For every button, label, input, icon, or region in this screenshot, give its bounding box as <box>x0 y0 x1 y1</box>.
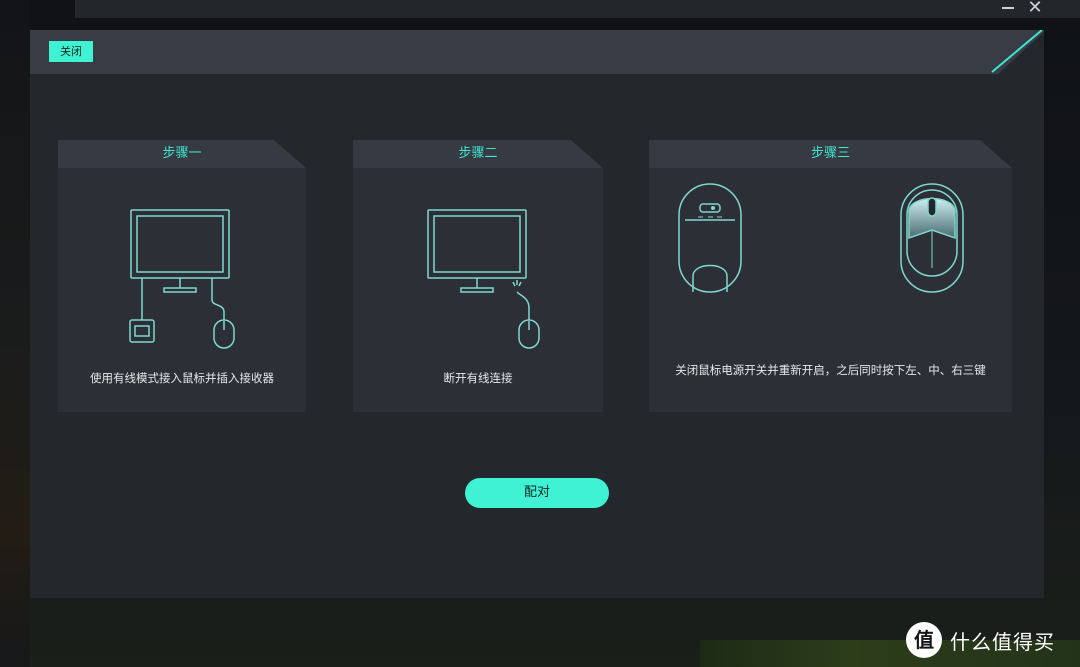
monitor-receiver-mouse-icon <box>129 209 235 349</box>
app-title-bar <box>75 0 1080 18</box>
step-card-header: 步骤一 <box>58 140 306 168</box>
desktop-background-left <box>0 0 30 667</box>
step-card-3: 步骤三 关闭鼠标电源开关并重新开启，之后同时按下左、中、右三键 <box>649 140 1012 412</box>
mouse-bottom-view-icon <box>678 183 742 293</box>
minimize-icon[interactable] <box>998 0 1018 16</box>
step-card-header: 步骤二 <box>353 140 603 168</box>
step-card-header: 步骤三 <box>649 140 1012 168</box>
close-button[interactable]: 关闭 <box>49 41 93 62</box>
monitor-disconnected-mouse-icon <box>427 209 540 349</box>
dialog-header <box>30 30 1044 74</box>
step-title: 步骤三 <box>810 146 850 161</box>
watermark-logo-glyph: 值 <box>914 628 934 652</box>
step-description: 关闭鼠标电源开关并重新开启，之后同时按下左、中、右三键 <box>675 363 986 377</box>
pair-button[interactable]: 配对 <box>465 478 609 508</box>
watermark-text: 什么值得买 <box>950 629 1055 654</box>
mouse-top-view-icon <box>900 183 964 293</box>
step-description: 断开有线连接 <box>443 371 513 385</box>
step-card-2: 步骤二 断开有线连接 <box>353 140 603 412</box>
window-close-icon[interactable]: ✕ <box>1024 0 1046 18</box>
step-title: 步骤一 <box>162 146 202 161</box>
step-card-1: 步骤一 使用有线模式接入鼠标并插入接收器 <box>58 140 306 412</box>
watermark-logo-icon: 值 <box>906 622 942 658</box>
step-description: 使用有线模式接入鼠标并插入接收器 <box>90 371 274 385</box>
step-title: 步骤二 <box>458 146 498 161</box>
watermark: 值 什么值得买 <box>906 620 1055 660</box>
pairing-dialog: 关闭 步骤一 使用有线模式接入鼠标并插入接收器 步骤二 断开有线连接 步骤三 关… <box>30 30 1044 598</box>
